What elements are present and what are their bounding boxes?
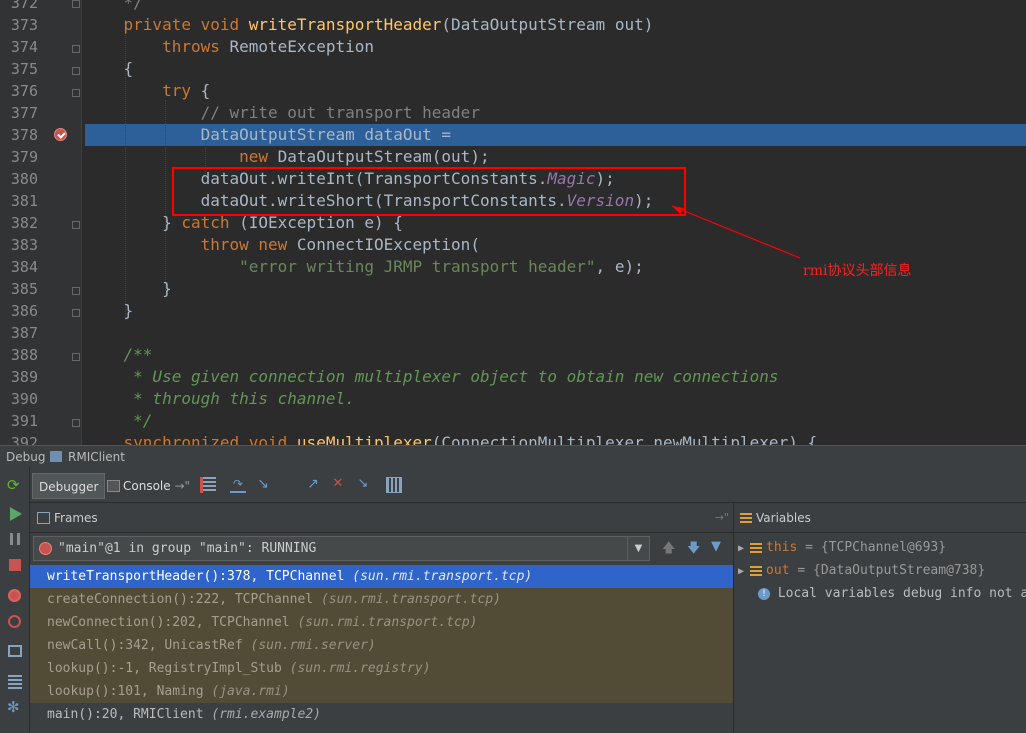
frame-row[interactable]: newCall():342, UnicastRef (sun.rmi.serve… — [30, 634, 733, 657]
view-breakpoints-icon[interactable] — [8, 589, 21, 602]
field-icon — [750, 542, 763, 553]
evaluate-expression-icon[interactable] — [386, 477, 402, 493]
annotation-text: rmi协议头部信息 — [803, 263, 912, 279]
run-to-cursor-icon[interactable]: ↘ — [355, 477, 371, 493]
variables-info-text: Local variables debug info not a — [777, 586, 1026, 601]
variables-tree[interactable]: ▶ this = {TCPChannel@693} ▶ out = {DataO… — [733, 533, 1026, 733]
info-icon: ! — [758, 587, 770, 600]
thread-dropdown[interactable]: "main"@1 in group "main": RUNNING ▼ — [33, 536, 650, 561]
step-over-icon[interactable]: ↷ — [230, 477, 246, 493]
field-icon — [750, 565, 763, 576]
filter-icon[interactable]: ▼ — [711, 539, 721, 554]
variables-panel-header: Variables — [733, 503, 1026, 533]
step-out-icon[interactable]: ↗ — [305, 477, 321, 493]
frames-title: Frames — [54, 511, 98, 525]
frame-row[interactable]: createConnection():222, TCPChannel (sun.… — [30, 588, 733, 611]
resume-icon[interactable] — [10, 507, 22, 521]
pause-icon[interactable] — [10, 533, 20, 545]
camera-icon[interactable] — [8, 645, 22, 657]
console-icon — [107, 480, 120, 492]
frame-up-icon[interactable]: 🡅 — [662, 539, 675, 561]
debug-tabs-toolbar: Debugger Console →" ↷ ↘ ↗ ✕ ↘ — [30, 467, 1026, 503]
layout-icon[interactable] — [8, 675, 22, 689]
show-execution-point-icon[interactable] — [200, 477, 216, 493]
thread-icon — [39, 542, 52, 555]
thread-label: "main"@1 in group "main": RUNNING — [58, 541, 317, 556]
drop-frame-icon[interactable]: ✕ — [330, 477, 346, 493]
rerun-icon[interactable]: ⟳ — [7, 477, 23, 493]
debug-title-bar: Debug RMIClient — [0, 445, 1026, 467]
variables-icon — [740, 513, 752, 523]
frame-down-icon[interactable]: 🡇 — [687, 539, 700, 561]
frames-panel-header: Frames →" — [30, 503, 733, 533]
expand-arrow-icon[interactable]: ▶ — [738, 543, 750, 554]
tab-debugger[interactable]: Debugger — [32, 473, 106, 499]
step-into-icon[interactable]: ↘ — [255, 477, 271, 493]
expand-arrow-icon[interactable]: ▶ — [738, 566, 750, 577]
frames-list[interactable]: writeTransportHeader():378, TCPChannel (… — [30, 565, 733, 733]
variables-info-row: ! Local variables debug info not a — [758, 582, 1026, 605]
run-config-name[interactable]: RMIClient — [68, 446, 125, 468]
debug-label: Debug — [6, 450, 46, 464]
chevron-down-icon[interactable]: ▼ — [627, 537, 649, 560]
frame-row[interactable]: main():20, RMIClient (rmi.example2) — [30, 703, 733, 733]
tab-console-label: Console — [123, 479, 171, 493]
frame-row[interactable]: lookup():-1, RegistryImpl_Stub (sun.rmi.… — [30, 657, 733, 680]
frame-row[interactable]: newConnection():202, TCPChannel (sun.rmi… — [30, 611, 733, 634]
mute-breakpoints-icon[interactable] — [8, 615, 21, 628]
pin-icon: →" — [174, 479, 191, 493]
frame-row[interactable]: writeTransportHeader():378, TCPChannel (… — [30, 565, 733, 588]
debug-side-toolbar: ⟳ ✻ — [0, 467, 30, 733]
run-config-icon — [50, 451, 62, 462]
frames-icon — [37, 512, 50, 524]
stop-icon[interactable] — [9, 559, 21, 571]
variable-row[interactable]: ▶ out = {DataOutputStream@738} — [738, 559, 985, 582]
variable-row[interactable]: ▶ this = {TCPChannel@693} — [738, 536, 946, 559]
tab-console[interactable]: Console →" — [103, 473, 196, 499]
thread-selector-row: "main"@1 in group "main": RUNNING ▼ 🡅 🡇 … — [30, 533, 733, 565]
settings-icon[interactable]: ✻ — [7, 699, 23, 715]
code-editor[interactable]: 372 373 374 375 376 377 378 379 380 381 … — [0, 0, 1026, 445]
restore-layout-icon[interactable]: →" — [715, 503, 729, 533]
annotation-arrow — [671, 205, 801, 259]
frame-row[interactable]: lookup():101, Naming (java.rmi) — [30, 680, 733, 703]
variables-title: Variables — [756, 511, 811, 525]
